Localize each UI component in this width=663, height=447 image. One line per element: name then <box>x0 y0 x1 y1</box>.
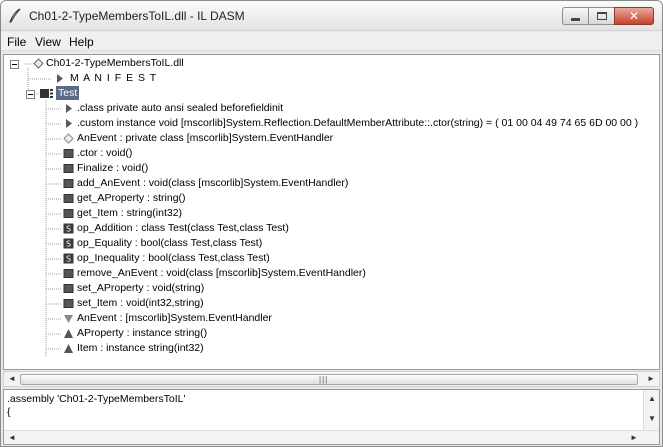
minimize-button[interactable] <box>562 7 588 25</box>
member-signature: AProperty : instance string() <box>77 327 208 339</box>
member-row[interactable]: remove_AnEvent : void(class [mscorlib]Sy… <box>4 266 659 281</box>
maximize-button[interactable] <box>588 7 614 25</box>
property-icon <box>64 344 73 353</box>
member-signature: .ctor : void() <box>77 147 133 159</box>
scroll-up-icon[interactable]: ▲ <box>645 392 659 406</box>
code-preview[interactable]: .assembly 'Ch01-2-TypeMembersToIL' { ▲ ▼… <box>3 389 660 445</box>
class-name-selected: Test <box>56 86 80 100</box>
collapse-toggle-icon[interactable] <box>10 60 19 69</box>
svg-text:S: S <box>66 240 71 249</box>
grip-icon: ||| <box>319 375 329 384</box>
field-icon <box>63 133 74 144</box>
assembly-icon <box>33 58 44 69</box>
member-signature: .class private auto ansi sealed beforefi… <box>77 102 284 114</box>
static-method-icon: S <box>63 253 74 264</box>
manifest-label: M A N I F E S T <box>70 72 158 84</box>
member-signature: get_Item : string(int32) <box>77 207 183 219</box>
member-row[interactable]: .custom instance void [mscorlib]System.R… <box>4 116 659 131</box>
static-method-icon: S <box>63 238 74 249</box>
code-horizontal-scrollbar[interactable]: ◄ ► <box>4 430 659 444</box>
tree-horizontal-scrollbar[interactable]: ◄ ||| ► <box>3 371 660 387</box>
member-signature: Finalize : void() <box>77 162 149 174</box>
minimize-icon <box>571 18 580 21</box>
method-icon <box>63 209 74 218</box>
svg-text:S: S <box>66 225 71 234</box>
method-icon <box>63 299 74 308</box>
info-triangle-icon <box>66 104 72 113</box>
collapse-toggle-icon[interactable] <box>26 90 35 99</box>
menu-help[interactable]: Help <box>69 35 94 49</box>
member-signature: remove_AnEvent : void(class [mscorlib]Sy… <box>77 267 366 279</box>
member-signature: op_Inequality : bool(class Test,class Te… <box>77 252 270 264</box>
method-icon <box>63 269 74 278</box>
ildasm-quill-icon <box>9 8 21 23</box>
info-triangle-icon <box>66 119 72 128</box>
member-signature: op_Addition : class Test(class Test,clas… <box>77 222 289 234</box>
scroll-right-icon[interactable]: ► <box>627 431 641 444</box>
tree-view[interactable]: Ch01-2-TypeMembersToIL.dll M A N I F E S… <box>3 54 660 370</box>
member-row[interactable]: Sop_Addition : class Test(class Test,cla… <box>4 221 659 236</box>
method-icon <box>63 284 74 293</box>
tree-row-manifest[interactable]: M A N I F E S T <box>4 71 204 86</box>
member-row[interactable]: AnEvent : private class [mscorlib]System… <box>4 131 659 146</box>
scroll-down-icon[interactable]: ▼ <box>645 412 659 426</box>
code-line-2: { <box>7 406 11 418</box>
member-row[interactable]: AProperty : instance string() <box>4 326 659 341</box>
svg-text:S: S <box>66 255 71 264</box>
code-vertical-scrollbar[interactable]: ▲ ▼ <box>643 390 659 430</box>
scroll-thumb[interactable]: ||| <box>20 374 638 385</box>
member-signature: Item : instance string(int32) <box>77 342 204 354</box>
member-row[interactable]: AnEvent : [mscorlib]System.EventHandler <box>4 311 659 326</box>
window-controls: ✕ <box>562 7 654 25</box>
manifest-icon <box>57 74 63 83</box>
scroll-left-icon[interactable]: ◄ <box>5 431 19 444</box>
method-icon <box>63 194 74 203</box>
scroll-right-icon[interactable]: ► <box>644 372 658 386</box>
member-signature: AnEvent : private class [mscorlib]System… <box>77 132 334 144</box>
member-row[interactable]: get_Item : string(int32) <box>4 206 659 221</box>
close-icon: ✕ <box>628 9 640 23</box>
method-icon <box>63 164 74 173</box>
member-row[interactable]: .ctor : void() <box>4 146 659 161</box>
window-title: Ch01-2-TypeMembersToIL.dll - IL DASM <box>29 9 245 23</box>
menu-view[interactable]: View <box>35 35 61 49</box>
static-method-icon: S <box>63 223 74 234</box>
member-signature: add_AnEvent : void(class [mscorlib]Syste… <box>77 177 349 189</box>
tree-row-class[interactable]: Test <box>4 86 204 101</box>
assembly-name: Ch01-2-TypeMembersToIL.dll <box>46 57 184 69</box>
member-signature: get_AProperty : string() <box>77 192 186 204</box>
ildasm-window: Ch01-2-TypeMembersToIL.dll - IL DASM ✕ F… <box>0 0 663 447</box>
member-signature: AnEvent : [mscorlib]System.EventHandler <box>77 312 272 324</box>
scroll-left-icon[interactable]: ◄ <box>5 372 19 386</box>
close-button[interactable]: ✕ <box>614 7 654 25</box>
member-signature: set_Item : void(int32,string) <box>77 297 204 309</box>
member-row[interactable]: set_AProperty : void(string) <box>4 281 659 296</box>
tree-row-assembly[interactable]: Ch01-2-TypeMembersToIL.dll <box>4 56 304 71</box>
member-row[interactable]: add_AnEvent : void(class [mscorlib]Syste… <box>4 176 659 191</box>
code-line-1: .assembly 'Ch01-2-TypeMembersToIL' <box>7 393 186 405</box>
member-row[interactable]: Item : instance string(int32) <box>4 341 659 356</box>
menu-bar: File View Help <box>1 32 662 51</box>
menu-file[interactable]: File <box>7 35 26 49</box>
member-signature: .custom instance void [mscorlib]System.R… <box>77 117 639 129</box>
method-icon <box>63 149 74 158</box>
member-row[interactable]: .class private auto ansi sealed beforefi… <box>4 101 659 116</box>
member-signature: set_AProperty : void(string) <box>77 282 205 294</box>
property-icon <box>64 329 73 338</box>
method-icon <box>63 179 74 188</box>
member-row[interactable]: Sop_Equality : bool(class Test,class Tes… <box>4 236 659 251</box>
member-row[interactable]: set_Item : void(int32,string) <box>4 296 659 311</box>
member-signature: op_Equality : bool(class Test,class Test… <box>77 237 263 249</box>
class-icon <box>40 89 53 98</box>
member-row[interactable]: get_AProperty : string() <box>4 191 659 206</box>
member-row[interactable]: Sop_Inequality : bool(class Test,class T… <box>4 251 659 266</box>
title-bar[interactable]: Ch01-2-TypeMembersToIL.dll - IL DASM ✕ <box>1 1 662 31</box>
event-icon <box>64 315 73 323</box>
member-row[interactable]: Finalize : void() <box>4 161 659 176</box>
maximize-icon <box>597 12 607 20</box>
